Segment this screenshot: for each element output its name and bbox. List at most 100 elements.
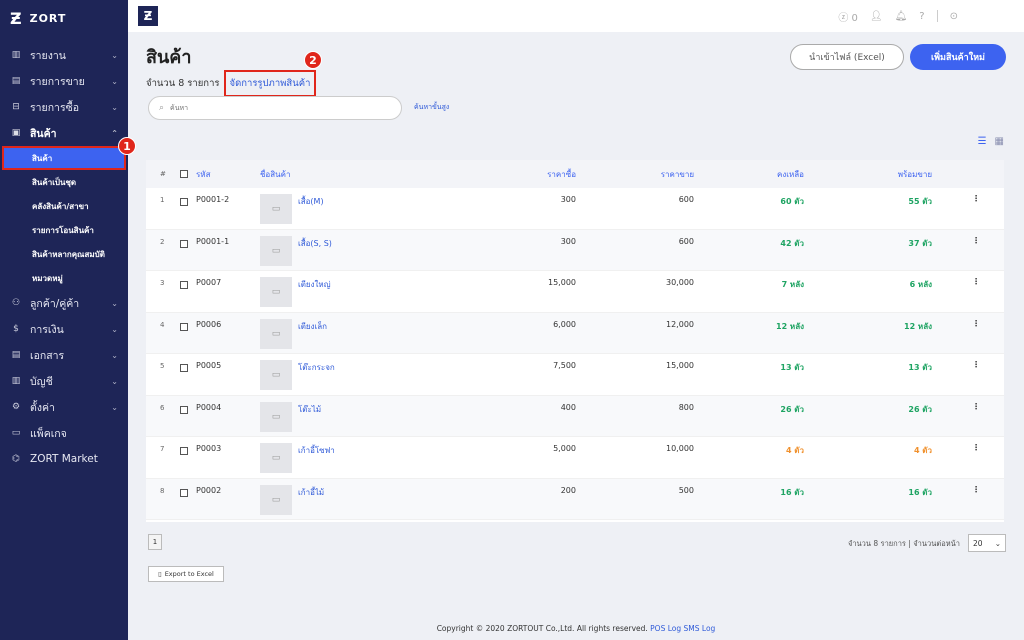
header-available[interactable]: พร้อมขาย <box>898 168 932 181</box>
select-all-checkbox[interactable] <box>180 170 188 178</box>
available-qty: 4 ตัว <box>913 446 932 455</box>
row-checkbox[interactable] <box>180 405 188 414</box>
product-code: P0006 <box>196 319 222 329</box>
table-row[interactable]: 1 P0001-2 ▭ เสื้อ(M) 300 600 60 ตัว 55 ตัว ⋮ <box>146 188 1004 230</box>
sidebar-item[interactable]: ▤ รายการขาย ⌄ <box>0 68 128 94</box>
chevron-icon: ⌄ <box>111 350 118 360</box>
search-box[interactable]: ⌕ <box>148 96 402 120</box>
per-page-select[interactable]: 20 ⌄ <box>968 534 1006 552</box>
sidebar-item[interactable]: ▣ สินค้า ⌃ <box>0 120 128 146</box>
advanced-search-link[interactable]: ค้นหาขั้นสูง <box>414 102 449 113</box>
table-row[interactable]: 4 P0006 ▭ เตียงเล็ก 6,000 12,000 12 หลัง 12 หลั… <box>146 312 1004 354</box>
product-name[interactable]: เตียงเล็ก <box>298 320 327 333</box>
product-name[interactable]: โต๊ะกระจก <box>298 361 335 374</box>
product-name[interactable]: โต๊ะไม้ <box>298 403 321 416</box>
remaining-qty: 16 ตัว <box>780 487 804 497</box>
sidebar-item-label: รายการซื้อ <box>30 101 80 114</box>
row-checkbox[interactable] <box>180 488 188 497</box>
submenu-item[interactable]: หมวดหมู่ <box>0 266 128 290</box>
annotation-badge-1: 1 <box>118 137 136 155</box>
more-options-icon[interactable]: ⋮ <box>972 360 980 369</box>
document-icon: ▤ <box>11 350 21 360</box>
row-checkbox[interactable] <box>180 239 188 248</box>
product-name[interactable]: เสื้อ(S, S) <box>298 237 332 250</box>
sell-price: 15,000 <box>666 361 694 370</box>
row-checkbox[interactable] <box>180 198 188 206</box>
table-row[interactable]: 6 P0004 ▭ โต๊ะไม้ 400 800 26 ตัว 26 ตัว ⋮ <box>146 395 1004 437</box>
sidebar-item[interactable]: ▤ เอกสาร ⌄ <box>0 342 128 368</box>
sidebar-item[interactable]: ▥ รายงาน ⌄ <box>0 42 128 68</box>
grid-view-icon[interactable]: ▦ <box>995 136 1004 147</box>
table-row[interactable]: 7 P0003 ▭ เก้าอี้โซฟา 5,000 10,000 4 ตัว 4 ตัว ⋮ <box>146 437 1004 479</box>
pos-link[interactable]: POS <box>650 624 665 633</box>
logo[interactable]: Ƶ ZORT <box>0 0 128 36</box>
sidebar-item[interactable]: ▥ บัญชี ⌄ <box>0 368 128 394</box>
header-sell-price[interactable]: ราคาขาย <box>661 168 694 181</box>
sell-price: 500 <box>678 485 694 495</box>
sidebar-item[interactable]: ⊟ รายการซื้อ ⌄ <box>0 94 128 120</box>
more-options-icon[interactable]: ⋮ <box>972 485 980 494</box>
submenu-item[interactable]: สินค้าหลากคุณสมบัติ <box>0 242 128 266</box>
product-name[interactable]: เตียงใหญ่ <box>298 278 331 291</box>
header-name[interactable]: ชื่อสินค้า <box>260 168 290 181</box>
header-remaining[interactable]: คงเหลือ <box>777 168 804 181</box>
product-name[interactable]: เก้าอี้โซฟา <box>298 444 335 457</box>
more-options-icon[interactable]: ⋮ <box>972 194 980 203</box>
image-placeholder-icon: ▭ <box>260 235 292 266</box>
header-code[interactable]: รหัส <box>196 168 210 181</box>
product-name[interactable]: เสื้อ(M) <box>298 195 324 208</box>
header-buy-price[interactable]: ราคาซื้อ <box>547 168 576 181</box>
search-input[interactable] <box>170 104 371 112</box>
product-code: P0001-2 <box>196 195 230 204</box>
row-checkbox[interactable] <box>180 322 188 331</box>
submenu-item[interactable]: สินค้าเป็นชุด <box>0 170 128 194</box>
page-1-button[interactable]: 1 <box>148 534 162 550</box>
sidebar-item[interactable]: ⚇ ลูกค้า/คู่ค้า ⌄ <box>0 290 128 316</box>
more-options-icon[interactable]: ⋮ <box>972 402 980 411</box>
box-icon: ▣ <box>11 128 21 138</box>
export-label: Export to Excel <box>164 570 214 578</box>
table-row[interactable]: 8 P0002 ▭ เก้าอี้ไม้ 200 500 16 ตัว 16 ตัว ⋮ <box>146 478 1004 520</box>
app-logo-icon[interactable]: Ƶ <box>138 6 158 26</box>
row-number: 2 <box>160 237 165 246</box>
sms-log-link[interactable]: SMS Log <box>684 624 716 633</box>
row-checkbox[interactable] <box>180 364 188 372</box>
submenu-item[interactable]: รายการโอนสินค้า <box>0 218 128 242</box>
row-checkbox[interactable] <box>180 447 188 455</box>
annotation-badge-2: 2 <box>304 51 322 69</box>
available-qty: 6 หลัง <box>909 280 932 289</box>
manage-images-link[interactable]: จัดการรูปภาพสินค้า <box>223 70 317 97</box>
table-row[interactable]: 2 P0001-1 ▭ เสื้อ(S, S) 300 600 42 ตัว 37 ตัว ⋮ <box>146 229 1004 271</box>
user-icon[interactable]: 👤︎ <box>870 11 883 22</box>
ledger-icon: ▥ <box>11 376 21 386</box>
more-options-icon[interactable]: ⋮ <box>972 443 980 452</box>
export-excel-button[interactable]: ▯ Export to Excel <box>148 566 224 582</box>
add-product-button[interactable]: เพิ่มสินค้าใหม่ <box>910 44 1006 70</box>
sidebar-item[interactable]: $ การเงิน ⌄ <box>0 316 128 342</box>
sidebar-item[interactable]: ⌬ ZORT Market <box>0 446 128 472</box>
help-icon[interactable]: ? <box>919 11 924 22</box>
chevron-icon: ⌃ <box>111 128 118 138</box>
bell-icon[interactable]: 🔔︎ <box>895 11 908 22</box>
submenu-item[interactable]: สินค้า <box>2 146 126 170</box>
available-qty: 12 หลัง <box>904 321 932 331</box>
sidebar-item[interactable]: ▭ แพ็คเกจ <box>0 420 128 446</box>
list-view-icon[interactable]: ☰ <box>978 136 987 147</box>
product-name[interactable]: เก้าอี้ไม้ <box>298 486 324 499</box>
import-excel-button[interactable]: นำเข้าไฟล์ (Excel) <box>790 44 904 70</box>
more-options-icon[interactable]: ⋮ <box>972 236 980 245</box>
table-row[interactable]: 5 P0005 ▭ โต๊ะกระจก 7,500 15,000 13 ตัว 13 ตัว ⋮ <box>146 354 1004 396</box>
table-row[interactable]: 3 P0007 ▭ เตียงใหญ่ 15,000 30,000 7 หลัง 6 หลัง… <box>146 271 1004 313</box>
coin-icon[interactable]: ⓩ 0 <box>838 9 858 24</box>
submenu-item[interactable]: คลังสินค้า/สาขา <box>0 194 128 218</box>
remaining-qty: 42 ตัว <box>780 238 804 248</box>
package-icon: ▭ <box>11 428 21 438</box>
row-number: 3 <box>160 279 165 287</box>
more-options-icon[interactable]: ⋮ <box>972 319 980 328</box>
sidebar-item[interactable]: ⚙ ตั้งค่า ⌄ <box>0 394 128 420</box>
account-icon[interactable]: ⊙ <box>950 11 958 22</box>
log-link[interactable]: Log <box>668 624 681 633</box>
row-checkbox[interactable] <box>180 281 188 289</box>
more-options-icon[interactable]: ⋮ <box>972 277 980 286</box>
page-title: สินค้า <box>146 47 192 68</box>
